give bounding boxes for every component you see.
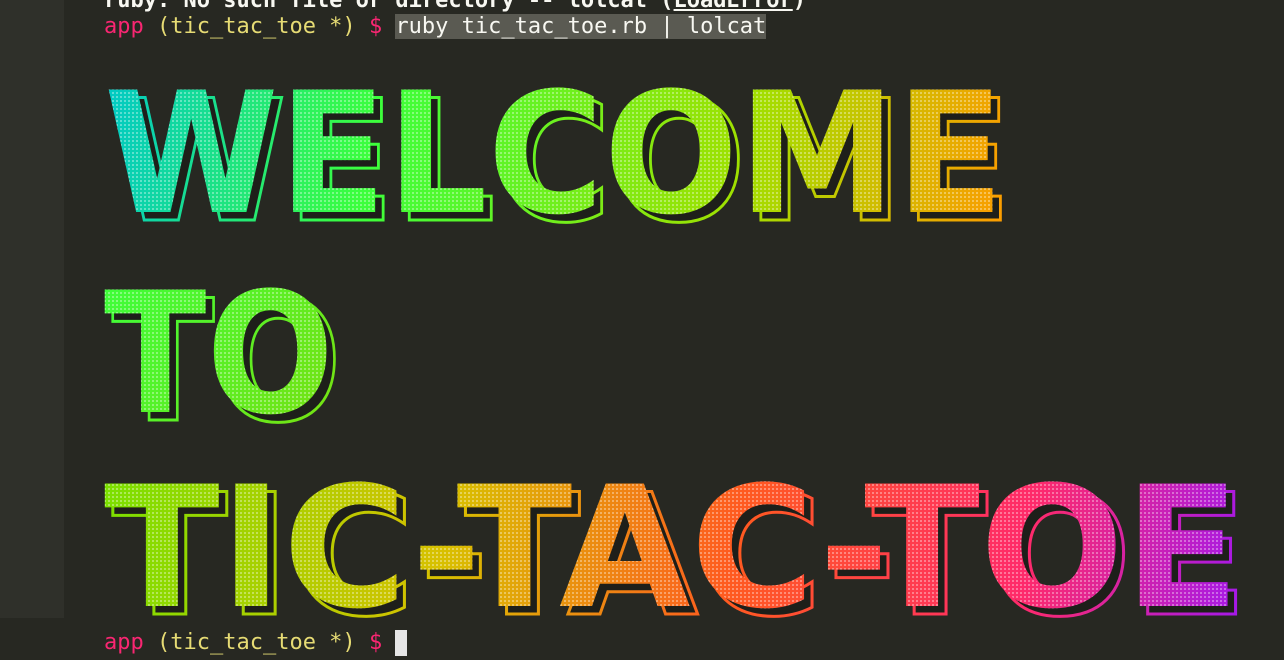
prompt-branch: (tic_tac_toe *) (157, 630, 356, 655)
banner-tic-tac-toe: TIC-TAC-TOE TIC-TAC-TOE TIC-TAC-TOE (104, 450, 1250, 656)
prompt-dollar: $ (368, 630, 383, 655)
banner-welcome: WELCOME WELCOME WELCOME (104, 56, 1014, 262)
banner-ttt-texture: TIC-TAC-TOE (104, 450, 1240, 646)
banner-welcome-texture: WELCOME (104, 56, 1004, 252)
terminal-cursor[interactable] (395, 630, 408, 656)
banner-to: TO TO TO (104, 256, 344, 462)
ascii-banner: WELCOME WELCOME WELCOME TO TO TO TIC-TAC… (104, 56, 1250, 656)
prompt-app: app (104, 630, 144, 655)
banner-to-texture: TO (104, 256, 334, 452)
prompt-line-2: app (tic_tac_toe *) $ (104, 630, 408, 656)
